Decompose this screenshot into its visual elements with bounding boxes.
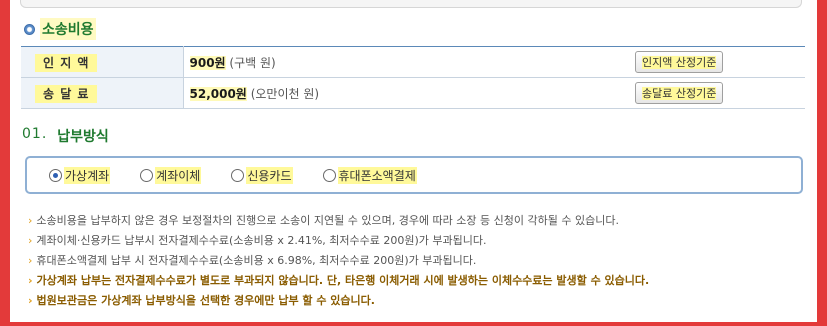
payment-method-title-text: 납부방식 — [57, 129, 109, 145]
arrow-icon: › — [28, 254, 33, 267]
delivery-fee-criteria-button[interactable]: 송달료 산정기준 — [635, 82, 724, 104]
table-row: 인 지 액 900원 (구백 원) 인지액 산정기준 — [21, 46, 805, 78]
list-item: › 법원보관금은 가상계좌 납부방식을 선택한 경우에만 납부 할 수 있습니다. — [28, 291, 649, 311]
payment-method-title: 01. 납부방식 — [22, 126, 109, 146]
fee-label-cell: 송 달 료 — [21, 77, 184, 109]
note-text: 휴대폰소액결제 납부 시 전자결제수수료(소송비용 x 6.98%, 최저수수료… — [36, 254, 477, 267]
radio[interactable] — [322, 168, 336, 182]
button-label: 송달료 산정기준 — [642, 87, 717, 100]
arrow-icon: › — [28, 214, 33, 227]
payment-option-account-transfer[interactable]: 계좌이체 — [140, 166, 202, 184]
fee-amount-korean: (구백 원) — [229, 55, 276, 70]
fee-button-cell: 송달료 산정기준 — [635, 77, 805, 109]
payment-option-label: 계좌이체 — [155, 166, 202, 184]
top-panel-edge — [20, 0, 802, 8]
arrow-icon: › — [28, 294, 33, 307]
payment-method-number: 01. — [22, 126, 48, 142]
table-row: 송 달 료 52,000원 (오만이천 원) 송달료 산정기준 — [21, 77, 805, 109]
fee-label: 인 지 액 — [35, 53, 98, 72]
radio-selected[interactable] — [49, 168, 62, 182]
payment-option-label: 가상계좌 — [64, 166, 111, 184]
fee-button-cell: 인지액 산정기준 — [635, 46, 805, 78]
payment-option-label: 신용카드 — [246, 166, 293, 184]
payment-options-box: 가상계좌 계좌이체 신용카드 휴대폰소액결제 — [25, 156, 803, 194]
arrow-icon: › — [28, 274, 33, 287]
bullet-icon — [24, 23, 35, 35]
note-text: 소송비용을 납부하지 않은 경우 보정절차의 진행으로 소송이 지연될 수 있으… — [36, 214, 619, 227]
payment-option-label: 휴대폰소액결제 — [337, 166, 417, 184]
fee-table: 인 지 액 900원 (구백 원) 인지액 산정기준 송 달 료 52,000원… — [21, 46, 805, 109]
fee-value-cell: 900원 (구백 원) — [183, 46, 635, 78]
note-text: 가상계좌 납부는 전자결제수수료가 별도로 부과되지 않습니다. 단, 타은행 … — [36, 274, 650, 287]
fee-label: 송 달 료 — [35, 84, 98, 103]
section-title: 소송비용 — [24, 18, 96, 40]
notes-list: › 소송비용을 납부하지 않은 경우 보정절차의 진행으로 소송이 지연될 수 있… — [28, 211, 649, 311]
list-item: › 가상계좌 납부는 전자결제수수료가 별도로 부과되지 않습니다. 단, 타은행… — [28, 271, 649, 291]
stamp-fee-criteria-button[interactable]: 인지액 산정기준 — [635, 51, 724, 73]
fee-amount: 52,000원 — [189, 86, 247, 101]
section-title-text: 소송비용 — [40, 18, 96, 40]
payment-option-virtual-account[interactable]: 가상계좌 — [49, 166, 111, 184]
note-text: 법원보관금은 가상계좌 납부방식을 선택한 경우에만 납부 할 수 있습니다. — [36, 294, 375, 307]
payment-option-credit-card[interactable]: 신용카드 — [231, 166, 293, 184]
note-text: 계좌이체·신용카드 납부시 전자결제수수료(소송비용 x 2.41%, 최저수수… — [36, 234, 487, 247]
fee-label-cell: 인 지 액 — [21, 46, 184, 78]
fee-amount: 900원 — [189, 55, 226, 70]
list-item: › 휴대폰소액결제 납부 시 전자결제수수료(소송비용 x 6.98%, 최저수수… — [28, 251, 649, 271]
radio[interactable] — [140, 168, 154, 182]
fee-amount-korean: (오만이천 원) — [250, 86, 320, 101]
payment-option-mobile[interactable]: 휴대폰소액결제 — [322, 166, 417, 184]
button-label: 인지액 산정기준 — [642, 56, 717, 69]
radio[interactable] — [231, 168, 245, 182]
arrow-icon: › — [28, 234, 33, 247]
fee-value-cell: 52,000원 (오만이천 원) — [183, 77, 635, 109]
list-item: › 소송비용을 납부하지 않은 경우 보정절차의 진행으로 소송이 지연될 수 있… — [28, 211, 649, 231]
list-item: › 계좌이체·신용카드 납부시 전자결제수수료(소송비용 x 2.41%, 최저수… — [28, 231, 649, 251]
